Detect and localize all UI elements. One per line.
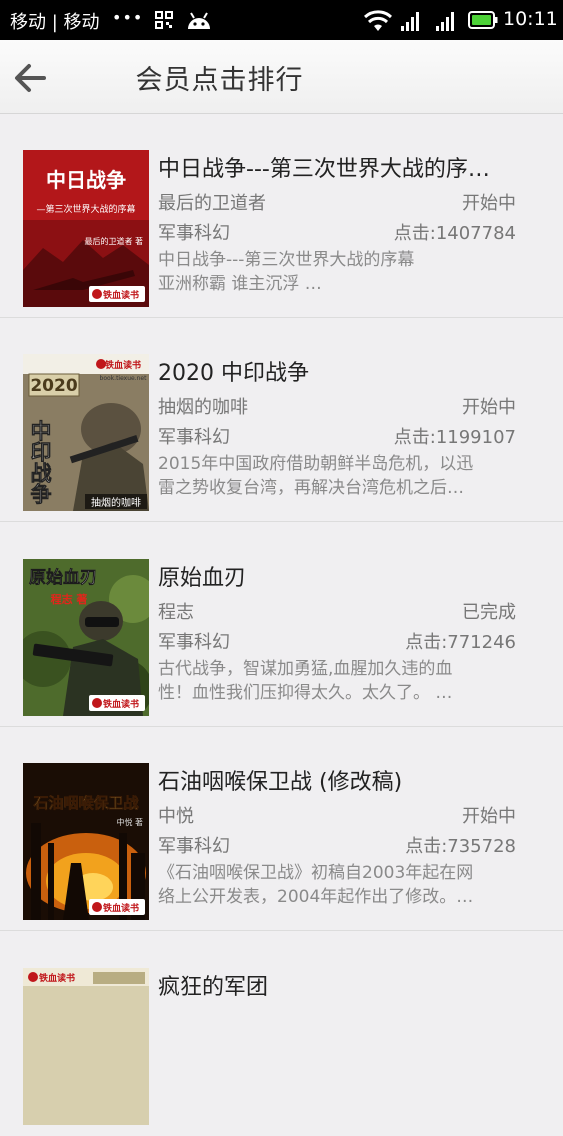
book-author: 最后的卫道者 <box>158 193 266 214</box>
book-description: 中日战争---第三次世界大战的序幕 亚洲称霸 谁主沉浮 … <box>158 248 530 296</box>
book-description: 古代战争，智谋加勇猛,血腥加久违的血 性！血性我们压抑得太久。太久了。 … <box>158 657 530 705</box>
book-cover[interactable]: 石油咽喉保卫战 中悦 著 铁血读书 <box>23 763 149 920</box>
cover-title: 原始血刃 <box>29 567 97 588</box>
signal-icon <box>401 12 419 31</box>
cover-publisher: 铁血读书 <box>39 972 75 984</box>
book-category: 军事科幻 <box>158 836 230 857</box>
book-category: 军事科幻 <box>158 427 230 448</box>
list-item[interactable]: 石油咽喉保卫战 中悦 著 铁血读书 石油咽喉保卫战 (修改稿) 中悦 开始中 军… <box>0 727 563 931</box>
cover-author: 抽烟的咖啡 <box>91 496 141 509</box>
book-author: 程志 <box>158 602 194 623</box>
book-title: 中日战争---第三次世界大战的序… <box>158 157 490 182</box>
book-category: 军事科幻 <box>158 223 230 244</box>
book-status: 开始中 <box>462 397 516 418</box>
wifi-icon <box>364 10 392 31</box>
list-item[interactable]: 中日战争 —第三次世界大战的序幕 最后的卫道者 著 铁血读书 中日战争---第三… <box>0 114 563 318</box>
page-title: 会员点击排行 <box>135 65 304 96</box>
cover-publisher: 铁血读书 <box>103 698 139 710</box>
book-author: 抽烟的咖啡 <box>158 397 248 418</box>
description-line: 雷之势收复台湾，再解决台湾危机之后… <box>158 478 464 498</box>
cover-title: 中日战争 <box>46 168 126 192</box>
book-clicks: 点击:1407784 <box>393 223 516 244</box>
android-icon <box>188 12 210 29</box>
description-line: 中日战争---第三次世界大战的序幕 <box>158 250 415 270</box>
book-author: 中悦 <box>158 806 194 827</box>
book-status: 已完成 <box>462 602 516 623</box>
cover-publisher: 铁血读书 <box>103 902 139 914</box>
book-title: 疯狂的军团 <box>158 975 269 1000</box>
status-bar: 移动 | 移动 ••• 10:11 <box>0 0 563 40</box>
book-description: 2015年中国政府借助朝鲜半岛危机，以迅 雷之势收复台湾，再解决台湾危机之后… <box>158 452 530 500</box>
battery-icon <box>468 11 498 29</box>
book-status: 开始中 <box>462 193 516 214</box>
description-line: 《石油咽喉保卫战》初稿自2003年起在网 <box>158 863 474 883</box>
cover-author: 最后的卫道者 著 <box>84 236 143 246</box>
cover-site: book.tiexue.net <box>100 375 148 382</box>
list-item[interactable]: 原始血刃 程志 著 铁血读书 原始血刃 程志 已完成 军事科幻 点击:77124… <box>0 523 563 727</box>
book-title: 原始血刃 <box>158 566 247 591</box>
list-item[interactable]: 铁血读书 book.tiexue.net 2020 中印战争 抽烟的咖啡 202… <box>0 318 563 522</box>
description-line: 2015年中国政府借助朝鲜半岛危机，以迅 <box>158 454 474 474</box>
book-title: 石油咽喉保卫战 (修改稿) <box>158 770 403 795</box>
cover-title: 中印战争 <box>28 420 52 504</box>
more-notifications-dots: ••• <box>112 8 144 27</box>
book-clicks: 点击:735728 <box>405 836 516 857</box>
cover-title: 石油咽喉保卫战 <box>32 794 138 812</box>
cover-subtitle: —第三次世界大战的序幕 <box>36 203 135 215</box>
cover-author: 程志 著 <box>51 592 88 606</box>
book-cover[interactable]: 中日战争 —第三次世界大战的序幕 最后的卫道者 著 铁血读书 <box>23 150 149 307</box>
description-line: 亚洲称霸 谁主沉浮 … <box>158 274 322 294</box>
cover-publisher: 铁血读书 <box>103 289 139 301</box>
book-category: 军事科幻 <box>158 632 230 653</box>
signal-icon <box>436 12 454 31</box>
cover-year: 2020 <box>30 376 77 396</box>
cover-author: 中悦 著 <box>116 817 143 827</box>
description-line: 古代战争，智谋加勇猛,血腥加久违的血 <box>158 659 453 679</box>
book-title: 2020 中印战争 <box>158 361 309 386</box>
clock-time: 10:11 <box>503 8 558 30</box>
description-line: 性！血性我们压抑得太久。太久了。 … <box>158 683 453 703</box>
cover-publisher: 铁血读书 <box>105 359 141 371</box>
book-status: 开始中 <box>462 806 516 827</box>
title-bar: 会员点击排行 <box>0 40 563 114</box>
description-line: 络上公开发表，2004年起作出了修改。… <box>158 887 474 907</box>
book-clicks: 点击:1199107 <box>393 427 516 448</box>
grid-icon <box>155 11 173 29</box>
book-cover[interactable]: 原始血刃 程志 著 铁血读书 <box>23 559 149 716</box>
book-description: 《石油咽喉保卫战》初稿自2003年起在网 络上公开发表，2004年起作出了修改。… <box>158 861 530 909</box>
carrier-label: 移动 | 移动 <box>10 12 100 33</box>
book-cover[interactable]: 铁血读书 book.tiexue.net 2020 中印战争 抽烟的咖啡 <box>23 354 149 511</box>
book-clicks: 点击:771246 <box>405 632 516 653</box>
book-cover[interactable]: 铁血读书 <box>23 968 149 1125</box>
list-item[interactable]: 铁血读书 疯狂的军团 <box>0 932 563 1136</box>
